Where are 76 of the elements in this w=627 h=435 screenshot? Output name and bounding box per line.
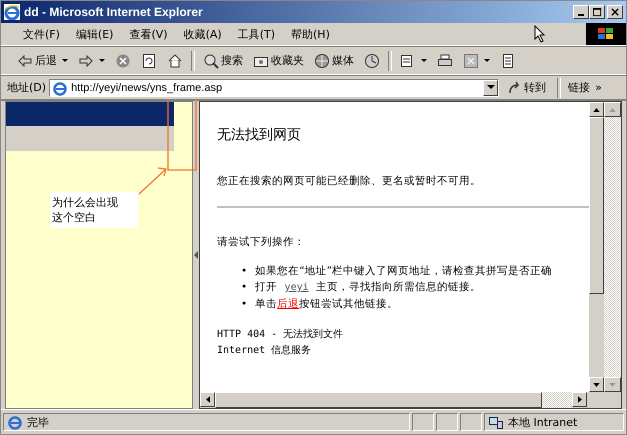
server-info: HTTP 404 - 无法找到文件	[217, 328, 344, 342]
scrollbar-thumb[interactable]	[589, 117, 604, 294]
page-icon	[52, 80, 68, 96]
address-field[interactable]: http://yeyi/news/yns_frame.asp	[49, 78, 500, 96]
minimize-button[interactable]	[573, 5, 589, 19]
close-button[interactable]	[607, 5, 623, 19]
dropdown-arrow-icon	[421, 58, 427, 62]
search-button[interactable]: 搜索	[199, 50, 247, 70]
search-icon	[203, 52, 219, 68]
edit-icon	[463, 52, 479, 68]
status-panel	[412, 413, 434, 431]
status-text: 完毕	[27, 414, 49, 430]
scroll-down-icon	[593, 382, 600, 386]
menu-item[interactable]: 帮助(H)	[283, 26, 338, 42]
status-panel	[436, 413, 458, 431]
maximize-button[interactable]	[589, 5, 605, 19]
vertical-scrollbar[interactable]	[589, 102, 604, 392]
close-icon	[610, 8, 620, 16]
windows-logo-icon	[586, 23, 626, 45]
media-button[interactable]: 媒体	[310, 50, 358, 70]
back-link[interactable]: 后退	[277, 298, 300, 310]
scrollbar-thumb[interactable]	[215, 392, 542, 408]
network-icon	[488, 414, 504, 430]
favorites-button[interactable]: 收藏夹	[249, 50, 308, 70]
dropdown-arrow-icon	[486, 85, 495, 90]
scroll-down-icon	[609, 382, 616, 386]
dropdown-arrow-icon	[62, 58, 68, 62]
annotation-text: 为什么会出现	[52, 195, 119, 210]
menu-item[interactable]: 收藏(A)	[176, 26, 230, 42]
scroll-right-icon	[578, 396, 582, 403]
server-info: Internet 信息服务	[217, 344, 312, 358]
dropdown-arrow-icon	[99, 58, 105, 62]
instructions-heading: 请尝试下列操作：	[217, 235, 306, 249]
links-button[interactable]: 链接	[566, 80, 592, 95]
error-title: 无法找到网页	[217, 126, 302, 144]
window-title: dd - Microsoft Internet Explorer	[24, 5, 204, 19]
error-message: 您正在搜索的网页可能已经删除、更名或暂时不可用。	[217, 174, 482, 188]
home-icon	[167, 52, 183, 68]
collapse-arrow-icon	[194, 251, 198, 259]
bullet: •	[241, 264, 248, 279]
more-chevron[interactable]: »	[595, 81, 602, 94]
menu-item[interactable]: 编辑(E)	[68, 26, 122, 42]
browser-logo-icon	[4, 4, 20, 20]
minimize-icon	[578, 14, 584, 16]
menu-item[interactable]: 查看(V)	[121, 26, 176, 42]
menu-item[interactable]: 文件(F)	[15, 26, 68, 42]
refresh-icon	[141, 52, 157, 68]
menu-item[interactable]: 工具(T)	[230, 26, 283, 42]
bullet: •	[241, 297, 248, 312]
scroll-up-icon	[609, 108, 616, 112]
zone-text: 本地 Intranet	[508, 414, 578, 430]
bullet: •	[241, 280, 248, 295]
instruction-item: 打开 yeyi 主页，寻找指向所需信息的链接。	[255, 280, 481, 295]
clock-icon	[364, 52, 380, 68]
dropdown-button[interactable]	[483, 80, 498, 96]
home-link[interactable]: yeyi	[284, 282, 309, 293]
maximize-icon	[592, 8, 602, 16]
scroll-left-icon	[206, 396, 210, 403]
address-label: 地址(D)	[7, 80, 46, 95]
stop-icon	[115, 52, 131, 68]
scroll-up-icon	[593, 108, 600, 112]
curved-arrow-icon	[508, 80, 522, 94]
mouse-cursor-icon	[534, 25, 546, 43]
back-button[interactable]: 后退	[13, 50, 72, 70]
dropdown-arrow-icon	[484, 58, 490, 62]
right-arrow-icon	[78, 52, 94, 68]
instruction-item: 单击后退按钮尝试其他链接。	[255, 297, 398, 312]
page-icon	[7, 414, 23, 430]
go-button[interactable]: 转到	[502, 80, 552, 95]
annotation-text: 这个空白	[52, 210, 97, 225]
printer-icon	[437, 52, 453, 68]
instruction-item: 如果您在“地址”栏中键入了网页地址，请检查其拼写是否正确	[255, 264, 552, 279]
status-panel	[460, 413, 482, 431]
notepad-icon	[500, 52, 516, 68]
left-arrow-icon	[17, 52, 33, 68]
globe-icon	[314, 52, 330, 68]
